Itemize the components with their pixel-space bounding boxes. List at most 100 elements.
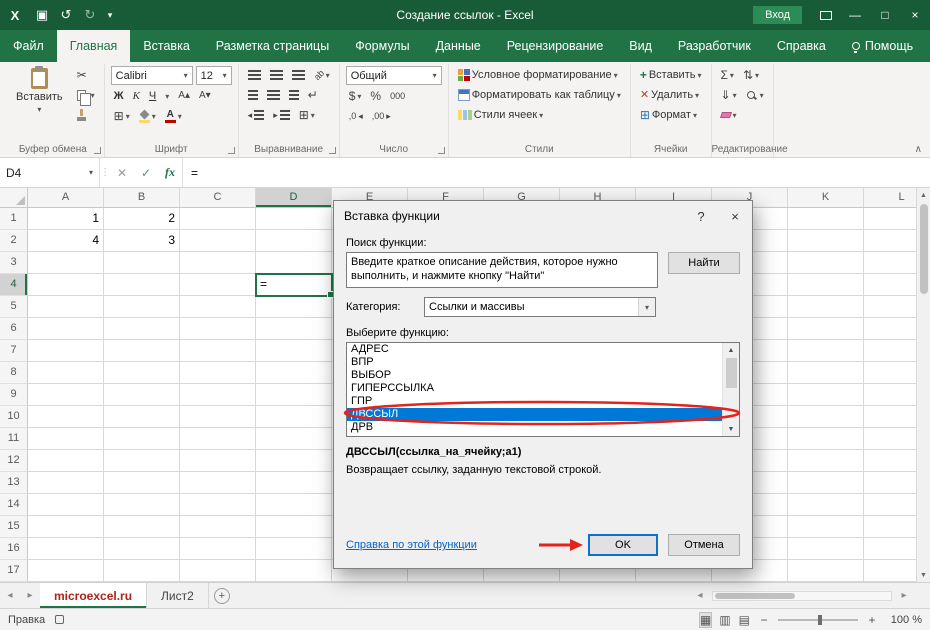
column-header-K[interactable]: K: [788, 188, 864, 207]
hscroll-left-icon[interactable]: ◂: [690, 590, 710, 601]
tab-developer[interactable]: Разработчик: [665, 30, 764, 62]
list-scroll-thumb[interactable]: [726, 358, 737, 388]
ribbon-display-options-icon[interactable]: [812, 0, 840, 30]
row-header-3[interactable]: 3: [0, 252, 28, 274]
cell-D3[interactable]: [256, 252, 332, 274]
tab-formulas[interactable]: Формулы: [342, 30, 422, 62]
row-header-6[interactable]: 6: [0, 318, 28, 340]
comma-style-button[interactable]: 000: [387, 87, 408, 105]
cell-K3[interactable]: [788, 252, 864, 274]
sign-in-button[interactable]: Вход: [753, 6, 802, 24]
cell-B14[interactable]: [104, 494, 180, 516]
cell-A8[interactable]: [28, 362, 104, 384]
page-break-view-icon[interactable]: ▤: [739, 613, 750, 627]
tab-home[interactable]: Главная: [57, 30, 131, 62]
cell-D16[interactable]: [256, 538, 332, 560]
zoom-slider-thumb[interactable]: [818, 615, 822, 625]
bold-button[interactable]: Ж: [111, 87, 127, 105]
cell-C4[interactable]: [180, 274, 256, 296]
hscroll-track[interactable]: [712, 591, 892, 601]
align-right-button[interactable]: [286, 86, 302, 104]
horizontal-scrollbar[interactable]: ◂ ▸: [690, 583, 930, 608]
cell-D6[interactable]: [256, 318, 332, 340]
format-cells-button[interactable]: ⊞Формат▾: [637, 106, 705, 124]
sheet-nav-right-icon[interactable]: ▸: [20, 583, 40, 608]
format-painter-button[interactable]: [74, 106, 98, 124]
format-as-table-button[interactable]: Форматировать как таблицу▾: [455, 86, 624, 104]
cell-K6[interactable]: [788, 318, 864, 340]
copy-button[interactable]: ▾: [74, 86, 98, 104]
zoom-in-button[interactable]: +: [866, 613, 878, 627]
cell-B4[interactable]: [104, 274, 180, 296]
cell-K2[interactable]: [788, 230, 864, 252]
cell-D12[interactable]: [256, 450, 332, 472]
insert-function-icon[interactable]: fx: [158, 158, 182, 187]
cell-D10[interactable]: [256, 406, 332, 428]
underline-button[interactable]: Ч: [146, 87, 159, 105]
clipboard-dialog-launcher-icon[interactable]: [94, 147, 101, 154]
cell-C1[interactable]: [180, 208, 256, 230]
cell-C9[interactable]: [180, 384, 256, 406]
save-icon[interactable]: ▣: [30, 0, 54, 30]
minimize-button[interactable]: —: [840, 0, 870, 30]
row-header-10[interactable]: 10: [0, 406, 28, 428]
borders-button[interactable]: ⊞▾: [111, 107, 133, 125]
cell-C2[interactable]: [180, 230, 256, 252]
scroll-up-icon[interactable]: ▲: [920, 188, 927, 202]
alignment-dialog-launcher-icon[interactable]: [329, 147, 336, 154]
cell-A15[interactable]: [28, 516, 104, 538]
sheet-nav-left-icon[interactable]: ◂: [0, 583, 20, 608]
cell-B15[interactable]: [104, 516, 180, 538]
cell-D8[interactable]: [256, 362, 332, 384]
sheet-tab-list2[interactable]: Лист2: [147, 583, 209, 608]
conditional-formatting-button[interactable]: Условное форматирование▾: [455, 66, 624, 84]
font-name-select[interactable]: Calibri▾: [111, 66, 193, 85]
decrease-decimal-button[interactable]: ,00▸: [369, 107, 394, 125]
macro-record-icon[interactable]: [55, 615, 64, 624]
name-box[interactable]: D4▾: [0, 158, 100, 187]
cell-C11[interactable]: [180, 428, 256, 450]
cell-K10[interactable]: [788, 406, 864, 428]
paste-button[interactable]: Вставить ▾: [8, 66, 71, 116]
collapse-ribbon-icon[interactable]: ∧: [915, 144, 922, 155]
tab-help[interactable]: Справка: [764, 30, 839, 62]
list-scrollbar[interactable]: ▲ ▼: [722, 343, 739, 436]
tell-me-button[interactable]: Помощь: [839, 30, 926, 62]
cell-K14[interactable]: [788, 494, 864, 516]
zoom-slider[interactable]: [778, 619, 858, 621]
function-help-link[interactable]: Справка по этой функции: [346, 539, 477, 551]
cell-D11[interactable]: [256, 428, 332, 450]
dialog-close-icon[interactable]: ×: [718, 201, 752, 231]
row-header-9[interactable]: 9: [0, 384, 28, 406]
accounting-format-button[interactable]: $▾: [346, 87, 365, 105]
row-header-4[interactable]: 4: [0, 274, 28, 296]
dialog-help-icon[interactable]: ?: [684, 201, 718, 231]
cell-K16[interactable]: [788, 538, 864, 560]
font-color-button[interactable]: А▾: [162, 107, 185, 125]
cell-K13[interactable]: [788, 472, 864, 494]
cell-A4[interactable]: [28, 274, 104, 296]
align-left-button[interactable]: [245, 86, 261, 104]
cell-A13[interactable]: [28, 472, 104, 494]
cell-C6[interactable]: [180, 318, 256, 340]
customize-quick-access-icon[interactable]: ▾: [102, 0, 118, 30]
cell-K4[interactable]: [788, 274, 864, 296]
row-header-7[interactable]: 7: [0, 340, 28, 362]
cell-K8[interactable]: [788, 362, 864, 384]
cell-styles-button[interactable]: Стили ячеек▾: [455, 106, 624, 124]
cell-D9[interactable]: [256, 384, 332, 406]
tab-page-layout[interactable]: Разметка страницы: [203, 30, 342, 62]
clear-button[interactable]: ▾: [718, 106, 740, 124]
cell-A1[interactable]: 1: [28, 208, 104, 230]
cell-D4[interactable]: =: [256, 274, 332, 296]
cell-C5[interactable]: [180, 296, 256, 318]
tab-insert[interactable]: Вставка: [130, 30, 202, 62]
cut-button[interactable]: ✂: [74, 66, 98, 84]
cell-C10[interactable]: [180, 406, 256, 428]
ok-button[interactable]: OK: [588, 534, 658, 556]
formula-input[interactable]: =: [182, 158, 930, 187]
align-middle-button[interactable]: [267, 66, 286, 84]
row-header-13[interactable]: 13: [0, 472, 28, 494]
cell-B16[interactable]: [104, 538, 180, 560]
row-header-8[interactable]: 8: [0, 362, 28, 384]
